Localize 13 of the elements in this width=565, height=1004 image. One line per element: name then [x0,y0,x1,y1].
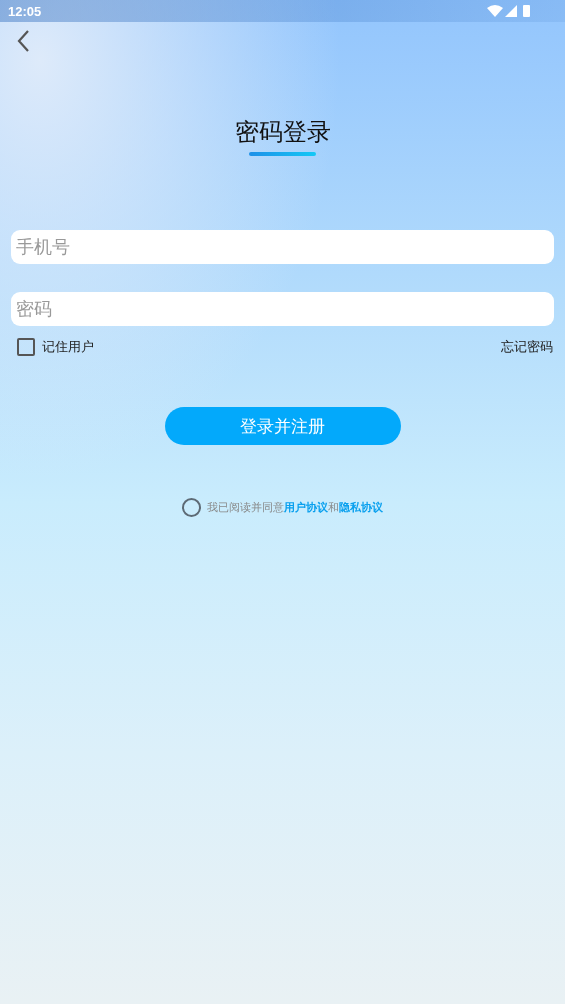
user-agreement-link[interactable]: 用户协议 [284,501,328,514]
login-button[interactable]: 登录并注册 [164,407,401,445]
remember-checkbox[interactable] [17,338,35,356]
privacy-policy-link[interactable]: 隐私协议 [339,501,383,514]
status-time: 12:05 [8,3,42,19]
agreement-radio[interactable] [182,498,201,517]
remember-label: 记住用户 [42,338,94,356]
phone-field[interactable]: 手机号 [11,230,554,264]
page-title: 密码登录 [234,117,331,148]
forgot-password-link[interactable]: 忘记密码 [501,338,553,356]
password-field[interactable]: 密码 [11,292,554,326]
agreement-text: 我已阅读并同意用户协议和隐私协议 [207,500,383,515]
title-underline [249,152,316,156]
